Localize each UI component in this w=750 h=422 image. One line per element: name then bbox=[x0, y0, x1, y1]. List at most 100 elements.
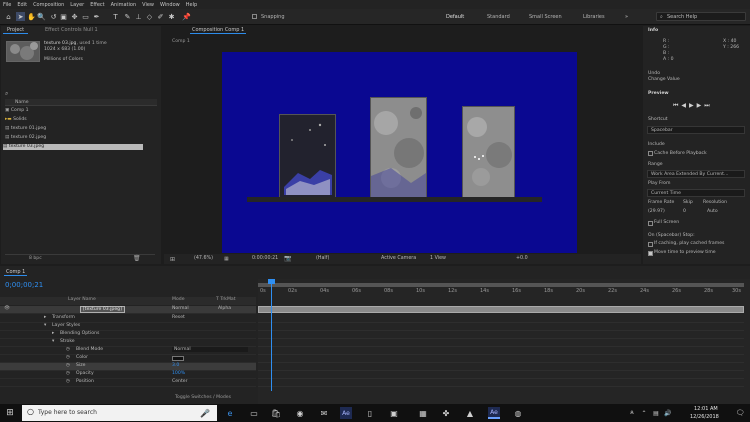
preview-panel-title[interactable]: Preview bbox=[648, 91, 669, 96]
workspace-default[interactable]: Default bbox=[446, 14, 464, 20]
stroke-opacity-value[interactable]: 100% bbox=[172, 371, 185, 376]
playback-controls[interactable]: ⏮◀▶▶⏭ bbox=[673, 102, 713, 110]
texture-card-3[interactable] bbox=[462, 106, 515, 198]
windows-start-icon[interactable]: ⊞ bbox=[4, 407, 16, 419]
menu-window[interactable]: Window bbox=[160, 2, 180, 8]
after-effects-active-icon[interactable]: Ae bbox=[488, 407, 500, 419]
file-explorer-icon[interactable]: ▭ bbox=[248, 407, 260, 419]
store-bag-icon[interactable]: ▣ bbox=[388, 407, 400, 419]
microphone-icon[interactable]: 🎤 bbox=[199, 407, 211, 419]
calculator-icon[interactable]: ▦ bbox=[417, 407, 429, 419]
pan-behind-tool-icon[interactable]: ✥ bbox=[70, 12, 79, 21]
shortcut-dropdown[interactable]: Spacebar bbox=[647, 126, 745, 134]
prop-position[interactable]: ◷ Position Center bbox=[0, 379, 256, 387]
network-icon[interactable]: ▤ bbox=[650, 407, 662, 419]
composition-viewer[interactable] bbox=[222, 52, 577, 253]
layer-name[interactable]: [texture 03.jpeg] bbox=[80, 306, 125, 313]
people-icon[interactable]: ጰ bbox=[626, 407, 638, 419]
layer-duration-bar[interactable] bbox=[258, 306, 744, 313]
workspace-small-screen[interactable]: Small Screen bbox=[529, 14, 562, 20]
brush-tool-icon[interactable]: ✎ bbox=[123, 12, 132, 21]
stroke-size-value[interactable]: 3.0 bbox=[172, 363, 179, 368]
pen-tool-icon[interactable]: ✒ bbox=[92, 12, 101, 21]
prop-opacity[interactable]: ◷ Opacity 100% bbox=[0, 371, 256, 379]
column-name-label[interactable]: Name bbox=[15, 100, 29, 105]
hand-tool-icon[interactable]: ✋ bbox=[27, 12, 36, 21]
pin-tool-icon[interactable]: 📌 bbox=[182, 12, 191, 21]
timeline-track-area[interactable]: 0s 02s 04s 06s 08s 10s 12s 14s 16s 18s 2… bbox=[258, 279, 750, 404]
list-item-solids[interactable]: ▸▬ Solids bbox=[5, 117, 155, 123]
workspace-standard[interactable]: Standard bbox=[487, 14, 510, 20]
shelf-bar[interactable] bbox=[247, 197, 542, 202]
taskbar-date[interactable]: 12/26/2018 bbox=[690, 414, 719, 420]
rectangle-tool-icon[interactable]: ▭ bbox=[81, 12, 90, 21]
tablet-icon[interactable]: ▯ bbox=[364, 407, 376, 419]
eraser-tool-icon[interactable]: ◇ bbox=[145, 12, 154, 21]
volume-icon[interactable]: 🔊 bbox=[662, 407, 674, 419]
tab-effect-controls[interactable]: Effect Controls Null 1 bbox=[41, 26, 102, 34]
type-tool-icon[interactable]: T bbox=[111, 12, 120, 21]
snapshot-icon[interactable]: 📷 bbox=[284, 255, 291, 262]
playhead-handle[interactable] bbox=[268, 279, 275, 284]
camera-dropdown[interactable]: Active Camera bbox=[381, 256, 416, 261]
taskbar-search-box[interactable]: ○ Type here to search bbox=[22, 405, 217, 421]
prop-stroke[interactable]: ▾ Stroke bbox=[0, 339, 256, 347]
stopwatch-icon[interactable]: ◷ bbox=[66, 355, 70, 360]
after-effects-icon[interactable]: Ae bbox=[340, 407, 352, 419]
header-mode[interactable]: Mode bbox=[172, 297, 185, 302]
header-layer-name[interactable]: Layer Name bbox=[68, 297, 96, 302]
trash-icon[interactable]: 🗑 bbox=[133, 255, 141, 262]
home-icon[interactable]: ⌂ bbox=[4, 12, 13, 21]
menu-help[interactable]: Help bbox=[186, 2, 197, 8]
menu-animation[interactable]: Animation bbox=[111, 2, 137, 8]
bit-depth-label[interactable]: 8 bpc bbox=[29, 256, 42, 261]
tab-composition[interactable]: Composition Comp 1 bbox=[190, 27, 247, 34]
view-layout-dropdown[interactable]: 1 View bbox=[430, 256, 446, 261]
prop-size[interactable]: ◷ Size 3.0 bbox=[0, 363, 256, 371]
toggle-switches-modes[interactable]: Toggle Switches / Modes bbox=[175, 395, 231, 400]
stroke-position-dropdown[interactable]: Center bbox=[172, 379, 187, 384]
menu-view[interactable]: View bbox=[142, 2, 154, 8]
always-preview-icon[interactable]: ⊞ bbox=[170, 256, 175, 263]
roto-brush-tool-icon[interactable]: ✐ bbox=[156, 12, 165, 21]
move-time-checkbox[interactable] bbox=[648, 251, 653, 256]
layer-row-texture-03[interactable]: 👁 [texture 03.jpeg] Normal Alpha bbox=[0, 306, 256, 314]
chrome-icon[interactable]: ◉ bbox=[294, 407, 306, 419]
workspace-libraries[interactable]: Libraries bbox=[583, 14, 605, 20]
stroke-color-swatch[interactable] bbox=[172, 356, 184, 361]
stopwatch-icon[interactable]: ◷ bbox=[66, 371, 70, 376]
taskbar-time[interactable]: 12:01 AM bbox=[694, 406, 718, 412]
layer-trkmat-dropdown[interactable]: Alpha bbox=[218, 306, 231, 311]
vlc-icon[interactable]: ▲ bbox=[464, 407, 476, 419]
list-item-comp-1[interactable]: ▣ Comp 1 bbox=[5, 108, 155, 114]
puppet-tool-icon[interactable]: ✱ bbox=[167, 12, 176, 21]
play-from-dropdown[interactable]: Current Time bbox=[647, 189, 745, 197]
prop-blend-mode[interactable]: ◷ Blend Mode Normal bbox=[0, 347, 256, 355]
stopwatch-icon[interactable]: ◷ bbox=[66, 379, 70, 384]
stopwatch-icon[interactable]: ◷ bbox=[66, 347, 70, 352]
list-item-texture-01[interactable]: ▤ texture 01.jpeg bbox=[5, 126, 155, 132]
magnification-dropdown[interactable]: (47.6%) bbox=[194, 256, 213, 261]
grid-icon[interactable]: ▦ bbox=[224, 256, 229, 262]
resolution-dropdown[interactable]: (Half) bbox=[316, 256, 329, 261]
info-panel-title[interactable]: Info bbox=[648, 28, 658, 33]
selection-tool-icon[interactable]: ➤ bbox=[16, 12, 25, 21]
menu-effect[interactable]: Effect bbox=[90, 2, 104, 8]
clone-stamp-tool-icon[interactable]: ⊥ bbox=[134, 12, 143, 21]
playhead[interactable] bbox=[271, 279, 272, 391]
tab-project[interactable]: Project bbox=[3, 26, 29, 34]
rotate-tool-icon[interactable]: ↺ bbox=[49, 12, 58, 21]
blend-mode-dropdown[interactable]: Normal bbox=[172, 347, 248, 352]
store-icon[interactable]: 🛍 bbox=[270, 407, 282, 419]
cache-checkbox[interactable] bbox=[648, 151, 653, 156]
mail-icon[interactable]: ✉ bbox=[318, 407, 330, 419]
visibility-eye-icon[interactable]: 👁 bbox=[4, 306, 10, 311]
texture-card-1[interactable] bbox=[279, 114, 336, 198]
skip-value[interactable]: 0 bbox=[683, 209, 686, 214]
header-trkmat[interactable]: T TrkMat bbox=[216, 297, 236, 302]
full-screen-checkbox[interactable] bbox=[648, 221, 653, 226]
menu-composition[interactable]: Composition bbox=[33, 2, 64, 8]
range-dropdown[interactable]: Work Area Extended By Current... bbox=[647, 170, 745, 178]
frame-rate-value[interactable]: (29.97) bbox=[648, 209, 665, 214]
exposure-value[interactable]: +0.0 bbox=[516, 256, 528, 261]
